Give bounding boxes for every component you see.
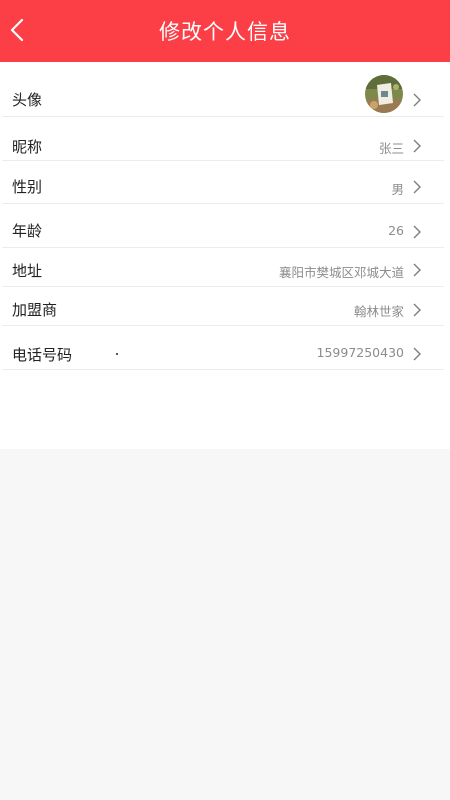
row-phone[interactable]: 电话号码 15997250430 (0, 325, 450, 370)
row-franchisee[interactable]: 加盟商 翰林世家 (0, 286, 450, 326)
row-gender[interactable]: 性别 男 (0, 160, 450, 204)
chevron-right-icon (413, 93, 421, 107)
row-age[interactable]: 年龄 26 (0, 203, 450, 248)
back-button[interactable] (6, 15, 28, 45)
avatar-label: 头像 (12, 91, 43, 109)
nickname-value: 张三 (378, 141, 404, 156)
chevron-right-icon (413, 263, 421, 277)
phone-value: 15997250430 (316, 345, 404, 360)
chevron-right-icon (413, 180, 421, 194)
divider (2, 369, 444, 370)
address-label: 地址 (12, 262, 43, 280)
chevron-left-icon (10, 18, 24, 42)
age-value: 26 (388, 223, 404, 238)
gender-value: 男 (391, 182, 404, 197)
row-address[interactable]: 地址 襄阳市樊城区邓城大道 (0, 247, 450, 287)
stray-dot (116, 353, 118, 355)
row-avatar[interactable]: 头像 (0, 62, 450, 117)
row-nickname[interactable]: 昵称 张三 (0, 116, 450, 161)
page-title: 修改个人信息 (159, 20, 291, 44)
phone-label: 电话号码 (12, 346, 73, 364)
chevron-right-icon (413, 225, 421, 239)
age-label: 年龄 (12, 222, 43, 240)
avatar-image (365, 75, 403, 113)
chevron-right-icon (413, 303, 421, 317)
franchisee-label: 加盟商 (12, 301, 58, 319)
franchisee-value: 翰林世家 (353, 304, 404, 319)
header-bar: 修改个人信息 (0, 0, 450, 62)
chevron-right-icon (413, 347, 421, 361)
nickname-label: 昵称 (12, 138, 43, 156)
profile-card: 头像 昵称 张三 性别 男 年龄 26 地址 襄阳市樊城区邓城大道 加盟商 翰林… (0, 62, 450, 449)
gender-label: 性别 (12, 178, 43, 196)
avatar (365, 75, 403, 113)
address-value: 襄阳市樊城区邓城大道 (278, 265, 404, 280)
chevron-right-icon (413, 139, 421, 153)
